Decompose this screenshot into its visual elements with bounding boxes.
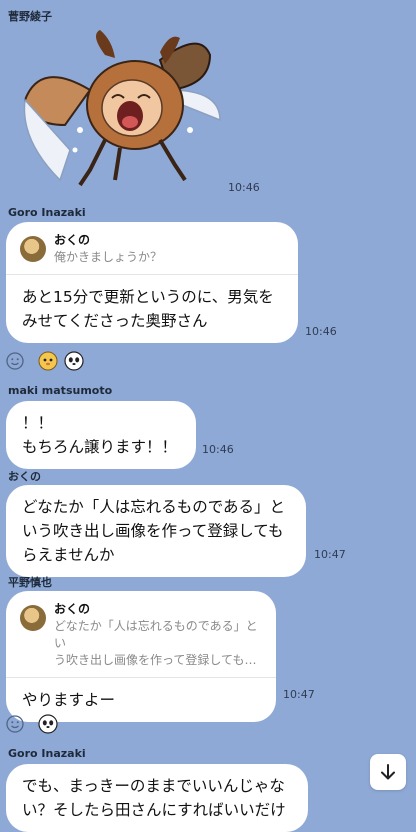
message-time: 10:47 — [283, 688, 315, 701]
sender-name: 菅野綾子 — [8, 10, 52, 23]
message-time: 10:46 — [202, 443, 234, 456]
reaction-row — [6, 714, 58, 734]
smiley-outline-icon[interactable] — [6, 715, 24, 733]
arrow-down-icon — [381, 764, 395, 780]
message-time: 10:46 — [305, 325, 337, 338]
avatar — [20, 236, 46, 262]
quoted-text: 俺かきましょうか？ — [54, 250, 163, 264]
quoted-text: どなたか「人は忘れるものである」とい う吹き出し画像を作って登録しても… — [54, 619, 258, 667]
quoted-message[interactable]: おくの 俺かきましょうか？ — [6, 222, 298, 275]
message-time: 10:46 — [228, 181, 260, 194]
beetle-sticker[interactable] — [20, 30, 230, 190]
sender-name: maki matsumoto — [8, 384, 113, 397]
sender-name: 平野慎也 — [8, 576, 52, 589]
message-bubble[interactable]: でも、まっきーのままでいいんじゃな い？そしたら田さんにすればいいだけ — [6, 764, 308, 832]
message-bubble[interactable]: おくの 俺かきましょうか？ あと15分で更新というのに、男気を みせてくださった… — [6, 222, 298, 343]
message-time: 10:47 — [314, 548, 346, 561]
message-text: あと15分で更新というのに、男気を みせてくださった奥野さん — [22, 288, 274, 330]
smiley-outline-icon[interactable] — [6, 352, 24, 370]
sender-name: Goro Inazaki — [8, 747, 86, 760]
quoted-message[interactable]: おくの どなたか「人は忘れるものである」とい う吹き出し画像を作って登録しても… — [6, 591, 276, 678]
message-bubble[interactable]: ！！ もちろん譲ります！！ — [6, 401, 196, 469]
message-text: ！！ もちろん譲ります！！ — [22, 414, 178, 456]
reaction-row — [6, 351, 84, 371]
panda-face-emoji[interactable] — [38, 714, 58, 734]
message-bubble[interactable]: おくの どなたか「人は忘れるものである」とい う吹き出し画像を作って登録しても…… — [6, 591, 276, 722]
quoted-sender: おくの — [54, 602, 91, 616]
message-text: どなたか「人は忘れるものである」と いう吹き出し画像を作って登録しても らえませ… — [22, 498, 286, 564]
scroll-to-bottom-button[interactable] — [370, 754, 406, 790]
sender-name: おくの — [8, 470, 41, 483]
quoted-sender: おくの — [54, 233, 91, 247]
message-bubble[interactable]: どなたか「人は忘れるものである」と いう吹き出し画像を作って登録しても らえませ… — [6, 485, 306, 577]
hamster-face-emoji[interactable] — [38, 351, 58, 371]
avatar — [20, 605, 46, 631]
sender-name: Goro Inazaki — [8, 206, 86, 219]
message-text: でも、まっきーのままでいいんじゃな い？そしたら田さんにすればいいだけ — [22, 777, 286, 819]
panda-face-emoji[interactable] — [64, 351, 84, 371]
